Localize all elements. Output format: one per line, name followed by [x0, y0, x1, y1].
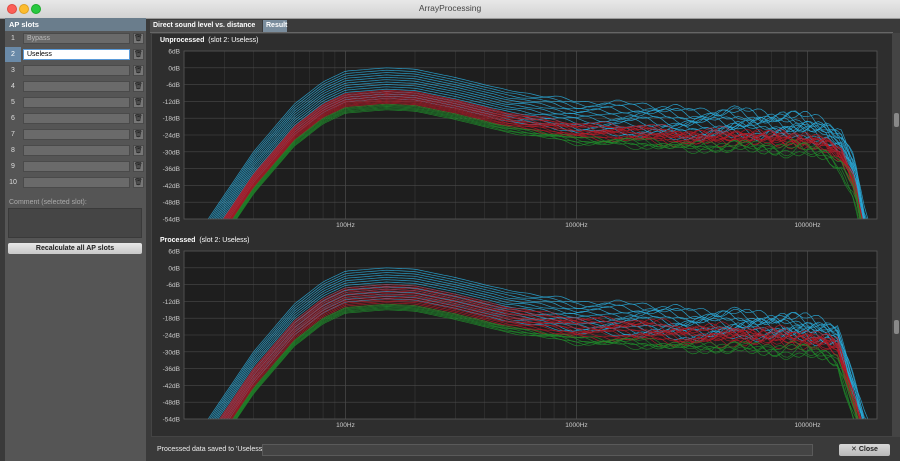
- trash-icon[interactable]: 🗑: [133, 177, 144, 188]
- window-title: ArrayProcessing: [418, 3, 482, 13]
- trash-icon[interactable]: 🗑: [133, 81, 144, 92]
- y-tick-label: -30dB: [163, 149, 180, 156]
- y-tick-label: -54dB: [163, 217, 180, 224]
- y-tick-label: -6dB: [166, 282, 180, 289]
- unprocessed-chart: 6dB 0dB -6dB -12dB -18dB -24dB -30dB -36dB -42dB…: [163, 49, 878, 229]
- x-tick-label: 1000Hz: [565, 222, 587, 229]
- y-tick-label: -36dB: [163, 366, 180, 373]
- slot-row-1[interactable]: 1 Bypass 🗑: [5, 31, 146, 46]
- trash-icon[interactable]: 🗑: [133, 65, 144, 76]
- y-tick-label: 6dB: [168, 249, 180, 256]
- trash-icon[interactable]: 🗑: [133, 49, 144, 60]
- tab-direct-sound-level[interactable]: Direct sound level vs. distance / dB: [150, 20, 262, 41]
- slot-name-field[interactable]: [23, 81, 130, 92]
- slot-row-4[interactable]: 4 🗑: [5, 79, 146, 94]
- y-tick-label: -24dB: [163, 333, 180, 340]
- slot-row-3[interactable]: 3 🗑: [5, 63, 146, 78]
- y-tick-label: -48dB: [163, 200, 180, 207]
- tab-result[interactable]: Result: [263, 20, 287, 32]
- trash-icon[interactable]: 🗑: [133, 161, 144, 172]
- scrollbar-thumb[interactable]: [894, 320, 899, 334]
- x-tick-label: 100Hz: [336, 222, 355, 229]
- slot-number: 1: [11, 35, 15, 42]
- sidebar-header: AP slots: [5, 18, 146, 31]
- chart-title-text: Unprocessed: [160, 37, 205, 44]
- slot-number: 6: [11, 115, 15, 122]
- y-tick-label: -48dB: [163, 400, 180, 407]
- slot-number: 10: [9, 179, 17, 186]
- trash-icon[interactable]: 🗑: [133, 129, 144, 140]
- y-tick-label: -12dB: [163, 99, 180, 106]
- slot-name-field[interactable]: [23, 161, 130, 172]
- scrollbar-thumb[interactable]: [894, 113, 899, 127]
- slot-name-field[interactable]: Bypass: [23, 33, 130, 44]
- status-message: Processed data saved to 'Useless'.: [157, 446, 266, 453]
- x-tick-label: 10000Hz: [794, 422, 820, 429]
- chart-subtitle: (slot 2: Useless): [199, 237, 250, 244]
- x-tick-label: 10000Hz: [794, 222, 820, 229]
- slot-row-10[interactable]: 10 🗑: [5, 175, 146, 190]
- slot-number: 2: [5, 47, 21, 62]
- chart-title-text: Processed: [160, 237, 196, 244]
- y-tick-label: -36dB: [163, 166, 180, 173]
- slot-row-6[interactable]: 6 🗑: [5, 111, 146, 126]
- chart-subtitle: (slot 2: Useless): [208, 37, 259, 44]
- slot-row-2[interactable]: 2 Useless 🗑: [5, 47, 146, 62]
- y-tick-label: -24dB: [163, 133, 180, 140]
- y-tick-label: 0dB: [168, 65, 180, 72]
- close-button[interactable]: ✕ Close: [839, 444, 890, 456]
- recalculate-button[interactable]: Recalculate all AP slots: [8, 243, 142, 254]
- y-tick-label: 6dB: [168, 49, 180, 56]
- y-tick-label: -18dB: [163, 316, 180, 323]
- slot-name-field[interactable]: [23, 145, 130, 156]
- y-tick-label: -30dB: [163, 349, 180, 356]
- slot-number: 7: [11, 131, 15, 138]
- slot-row-7[interactable]: 7 🗑: [5, 127, 146, 142]
- trash-icon[interactable]: 🗑: [133, 113, 144, 124]
- slot-name-field[interactable]: [23, 129, 130, 140]
- slot-number: 5: [11, 99, 15, 106]
- slot-number: 9: [11, 163, 15, 170]
- slot-number: 4: [11, 83, 15, 90]
- slot-name-field[interactable]: [23, 113, 130, 124]
- window-titlebar: ArrayProcessing: [0, 0, 900, 19]
- processed-chart: 6dB 0dB -6dB -12dB -18dB -24dB -30dB -36dB -42dB…: [163, 249, 878, 429]
- slot-name-field[interactable]: [23, 177, 130, 188]
- trash-icon[interactable]: 🗑: [133, 97, 144, 108]
- slot-name-field[interactable]: Useless: [23, 49, 130, 60]
- chart-title-processed: Processed (slot 2: Useless): [160, 237, 250, 244]
- right-scrollbar[interactable]: [893, 33, 900, 437]
- y-tick-label: -18dB: [163, 116, 180, 123]
- comment-textarea[interactable]: [8, 208, 142, 238]
- trash-icon[interactable]: 🗑: [133, 33, 144, 44]
- slot-name-field[interactable]: [23, 65, 130, 76]
- chart-title-unprocessed: Unprocessed (slot 2: Useless): [160, 37, 258, 44]
- slot-number: 8: [11, 147, 15, 154]
- y-tick-label: -6dB: [166, 82, 180, 89]
- y-tick-label: -42dB: [163, 383, 180, 390]
- comment-label: Comment (selected slot):: [9, 199, 87, 206]
- slot-name-field[interactable]: [23, 97, 130, 108]
- status-field: [262, 444, 813, 456]
- x-tick-label: 1000Hz: [565, 422, 587, 429]
- trash-icon[interactable]: 🗑: [133, 145, 144, 156]
- slot-row-8[interactable]: 8 🗑: [5, 143, 146, 158]
- close-label: Close: [858, 446, 878, 453]
- y-tick-label: -12dB: [163, 299, 180, 306]
- x-tick-label: 100Hz: [336, 422, 355, 429]
- y-tick-label: -54dB: [163, 417, 180, 424]
- slot-row-9[interactable]: 9 🗑: [5, 159, 146, 174]
- y-tick-label: 0dB: [168, 265, 180, 272]
- slot-row-5[interactable]: 5 🗑: [5, 95, 146, 110]
- slot-number: 3: [11, 67, 15, 74]
- close-icon: ✕: [851, 446, 857, 453]
- ap-slots-sidebar: AP slots 1 Bypass 🗑 2 Useless 🗑 3 🗑 4 🗑 …: [5, 18, 146, 461]
- y-tick-label: -42dB: [163, 183, 180, 190]
